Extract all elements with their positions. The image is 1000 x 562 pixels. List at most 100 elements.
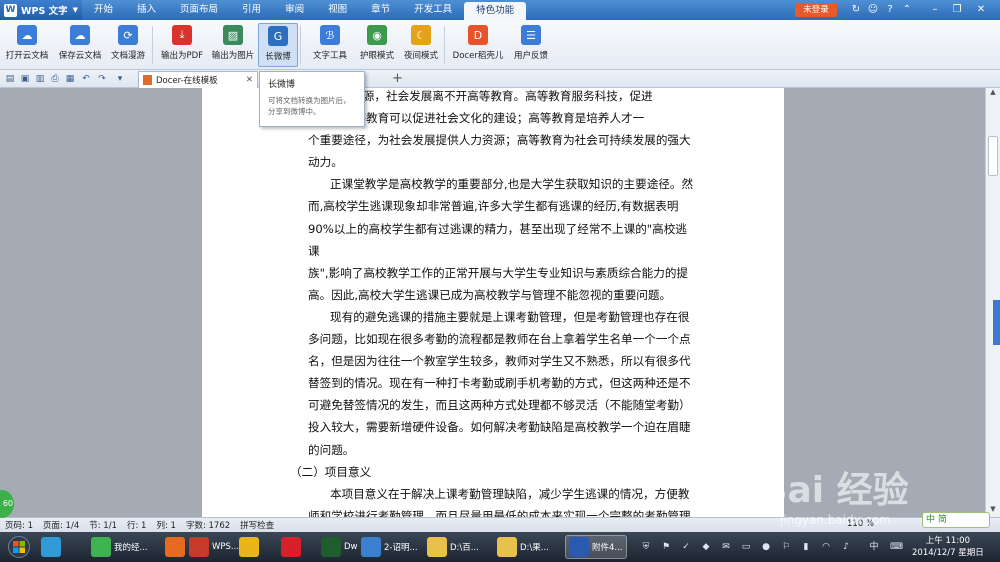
tab-insert[interactable]: 插入 xyxy=(125,0,168,20)
ribbon-button-weibo[interactable]: G 长微博 xyxy=(258,23,298,67)
clock[interactable]: 上午 11:00 2014/12/7 星期日 xyxy=(912,535,984,559)
taskbar-item-folder[interactable]: D:\百... xyxy=(424,535,482,559)
tray-wifi-icon[interactable]: ◠ xyxy=(820,541,832,553)
chevron-down-icon: ▼ xyxy=(72,6,78,14)
word-icon xyxy=(569,537,589,557)
print-icon[interactable]: ⎙ xyxy=(49,73,61,85)
refresh-icon[interactable]: ↻ xyxy=(849,3,863,17)
scroll-up-icon[interactable]: ▲ xyxy=(986,88,1000,100)
taskbar-item-dreamweaver[interactable]: Dw xyxy=(318,535,361,559)
print-preview-icon[interactable]: ▦ xyxy=(64,73,76,85)
ribbon-button-cloud-open[interactable]: ☁ 打开云文档 xyxy=(3,23,51,67)
login-button[interactable]: 未登录 xyxy=(795,3,837,17)
tab-page-layout[interactable]: 页面布局 xyxy=(168,0,230,20)
tray-chat-icon[interactable]: ✉ xyxy=(720,541,732,553)
ribbon-button-roaming[interactable]: ⟳ 文档漫游 xyxy=(106,23,150,67)
ribbon-button-label: 文字工具 xyxy=(312,51,347,61)
document-line: 名，但是因为往往一个教室学生较多，教师对学生又不熟悉，所以有很多代 xyxy=(308,354,691,369)
side-panel-tab[interactable] xyxy=(993,300,1000,345)
document-line: 投入较大，需要新增硬件设备。如何解决考勤缺陷是高校教学一个迫在眉睫 xyxy=(308,420,691,435)
tab-references[interactable]: 引用 xyxy=(230,0,273,20)
tab-chapter[interactable]: 章节 xyxy=(359,0,402,20)
zoom-level[interactable]: 110 % xyxy=(842,519,879,529)
ribbon-separator xyxy=(152,26,153,64)
windows-start-icon[interactable] xyxy=(8,536,30,558)
status-words[interactable]: 字数: 1762 xyxy=(181,519,235,531)
app-name: WPS 文字 xyxy=(21,6,68,17)
tray-app-icon[interactable]: ● xyxy=(760,541,772,553)
close-icon[interactable]: ✕ xyxy=(974,3,988,17)
scroll-thumb[interactable] xyxy=(988,136,998,176)
ribbon-button-cloud-save[interactable]: ☁ 保存云文档 xyxy=(56,23,104,67)
ribbon-button-feedback[interactable]: ☰ 用户反馈 xyxy=(509,23,553,67)
open-folder-icon[interactable]: ▤ xyxy=(4,73,16,85)
status-section: 节: 1/1 xyxy=(89,521,117,531)
eye-icon: ◉ xyxy=(367,25,387,45)
new-tab-button[interactable]: + xyxy=(392,71,403,86)
taskbar-item-label: 我的经... xyxy=(114,543,148,553)
tray-keyboard-icon[interactable]: ⌨ xyxy=(890,541,903,553)
text-tool-icon: ℬ xyxy=(320,25,340,45)
document-page[interactable]: 动力之源，社会发展离不开高等教育。高等教育服务科技，促进 发展；高等教育可以促进社… xyxy=(202,88,784,517)
doc-tab-docer[interactable]: Docer-在线模板 ✕ xyxy=(138,71,258,88)
minimize-icon[interactable]: – xyxy=(928,3,942,17)
tab-developer[interactable]: 开发工具 xyxy=(402,0,464,20)
page-text[interactable]: 动力之源，社会发展离不开高等教育。高等教育服务科技，促进 发展；高等教育可以促进社… xyxy=(290,88,696,517)
qq-icon xyxy=(361,537,381,557)
document-line: 正课堂教学是高校教学的重要部分,也是大学生获取知识的主要途径。然 xyxy=(330,177,694,192)
taskbar-item-opera[interactable] xyxy=(278,535,304,559)
ribbon-button-image[interactable]: ▨ 输出为图片 xyxy=(208,23,258,67)
ribbon-button-text-tool[interactable]: ℬ 文字工具 xyxy=(306,23,354,67)
ribbon-button-pdf[interactable]: ⤓ 输出为PDF xyxy=(157,23,207,67)
tray-security-icon[interactable]: ⚑ xyxy=(660,541,672,553)
tray-ime-label[interactable]: 中 xyxy=(868,541,880,553)
taskbar-item-word[interactable]: 附件4... xyxy=(565,535,627,559)
tray-shield-icon[interactable]: ⛨ xyxy=(640,541,652,553)
redo-icon[interactable]: ↷ xyxy=(96,73,108,85)
document-line: 个重要途径，为社会发展提供人力资源；高等教育为社会可持续发展的强大 xyxy=(308,133,691,148)
tray-check-icon[interactable]: ✓ xyxy=(680,541,692,553)
tab-view[interactable]: 视图 xyxy=(316,0,359,20)
save-icon[interactable]: ▣ xyxy=(19,73,31,85)
document-line: 90%以上的高校学生都有过逃课的精力，甚至出现了经常不上课的"高校逃课 xyxy=(308,221,687,258)
taskbar-item-chrome[interactable] xyxy=(236,535,262,559)
tray-flag-icon[interactable]: ⚐ xyxy=(780,541,792,553)
close-tab-icon[interactable]: ✕ xyxy=(246,75,253,85)
tab-home[interactable]: 开始 xyxy=(82,0,125,20)
undo-icon[interactable]: ↶ xyxy=(80,73,92,85)
tray-volume-icon[interactable]: ♪ xyxy=(840,541,852,553)
folder-icon xyxy=(427,537,447,557)
chrome-icon xyxy=(239,537,259,557)
save-as-icon[interactable]: ▥ xyxy=(34,73,46,85)
tray-battery-icon[interactable]: ▮ xyxy=(800,541,812,553)
tray-monitor-icon[interactable]: ▭ xyxy=(740,541,752,553)
ribbon-button-docer[interactable]: D Docer稻壳儿 xyxy=(450,23,506,67)
app-menu-button[interactable]: W WPS 文字 ▼ xyxy=(0,0,82,20)
ribbon-button-moon[interactable]: ☾ 夜间模式 xyxy=(400,23,442,67)
cloud-save-icon: ☁ xyxy=(70,25,90,45)
tab-special-features[interactable]: 特色功能 xyxy=(464,2,527,20)
taskbar-item-folder[interactable]: D:\果... xyxy=(494,535,552,559)
status-bar: 页码: 1 页面: 1/4 节: 1/1 行: 1 列: 1 字数: 1762 … xyxy=(0,517,1000,532)
ime-toolbar[interactable]: 中 简 xyxy=(922,512,990,528)
taskbar-item-firefox[interactable] xyxy=(162,535,188,559)
status-spell-check[interactable]: 拼写检查 xyxy=(235,519,279,531)
skin-icon[interactable]: ☺ xyxy=(866,3,880,17)
ribbon-toggle-icon[interactable]: ⌃ xyxy=(900,3,914,17)
docer-icon: D xyxy=(468,25,488,45)
ribbon-button-label: Docer稻壳儿 xyxy=(452,51,504,61)
clock-time: 上午 11:00 xyxy=(925,536,970,546)
restore-icon[interactable]: ❐ xyxy=(950,3,964,17)
tab-review[interactable]: 审阅 xyxy=(273,0,316,20)
taskbar-item-wps[interactable]: WPS... xyxy=(186,535,242,559)
taskbar-item-baidu-exp[interactable]: 我的经... xyxy=(88,535,151,559)
status-pages[interactable]: 页面: 1/4 xyxy=(38,519,84,531)
taskbar-item-qq[interactable]: 2-诏明... xyxy=(358,535,421,559)
tray-arrow-icon[interactable]: ◆ xyxy=(700,541,712,553)
ribbon-button-eye[interactable]: ◉ 护眼模式 xyxy=(357,23,397,67)
help-icon[interactable]: ? xyxy=(883,3,897,17)
taskbar-item-game[interactable] xyxy=(38,535,64,559)
ribbon-button-label: 输出为PDF xyxy=(160,51,204,61)
game-icon xyxy=(41,537,61,557)
customize-arrow-icon[interactable]: ▾ xyxy=(114,73,126,85)
